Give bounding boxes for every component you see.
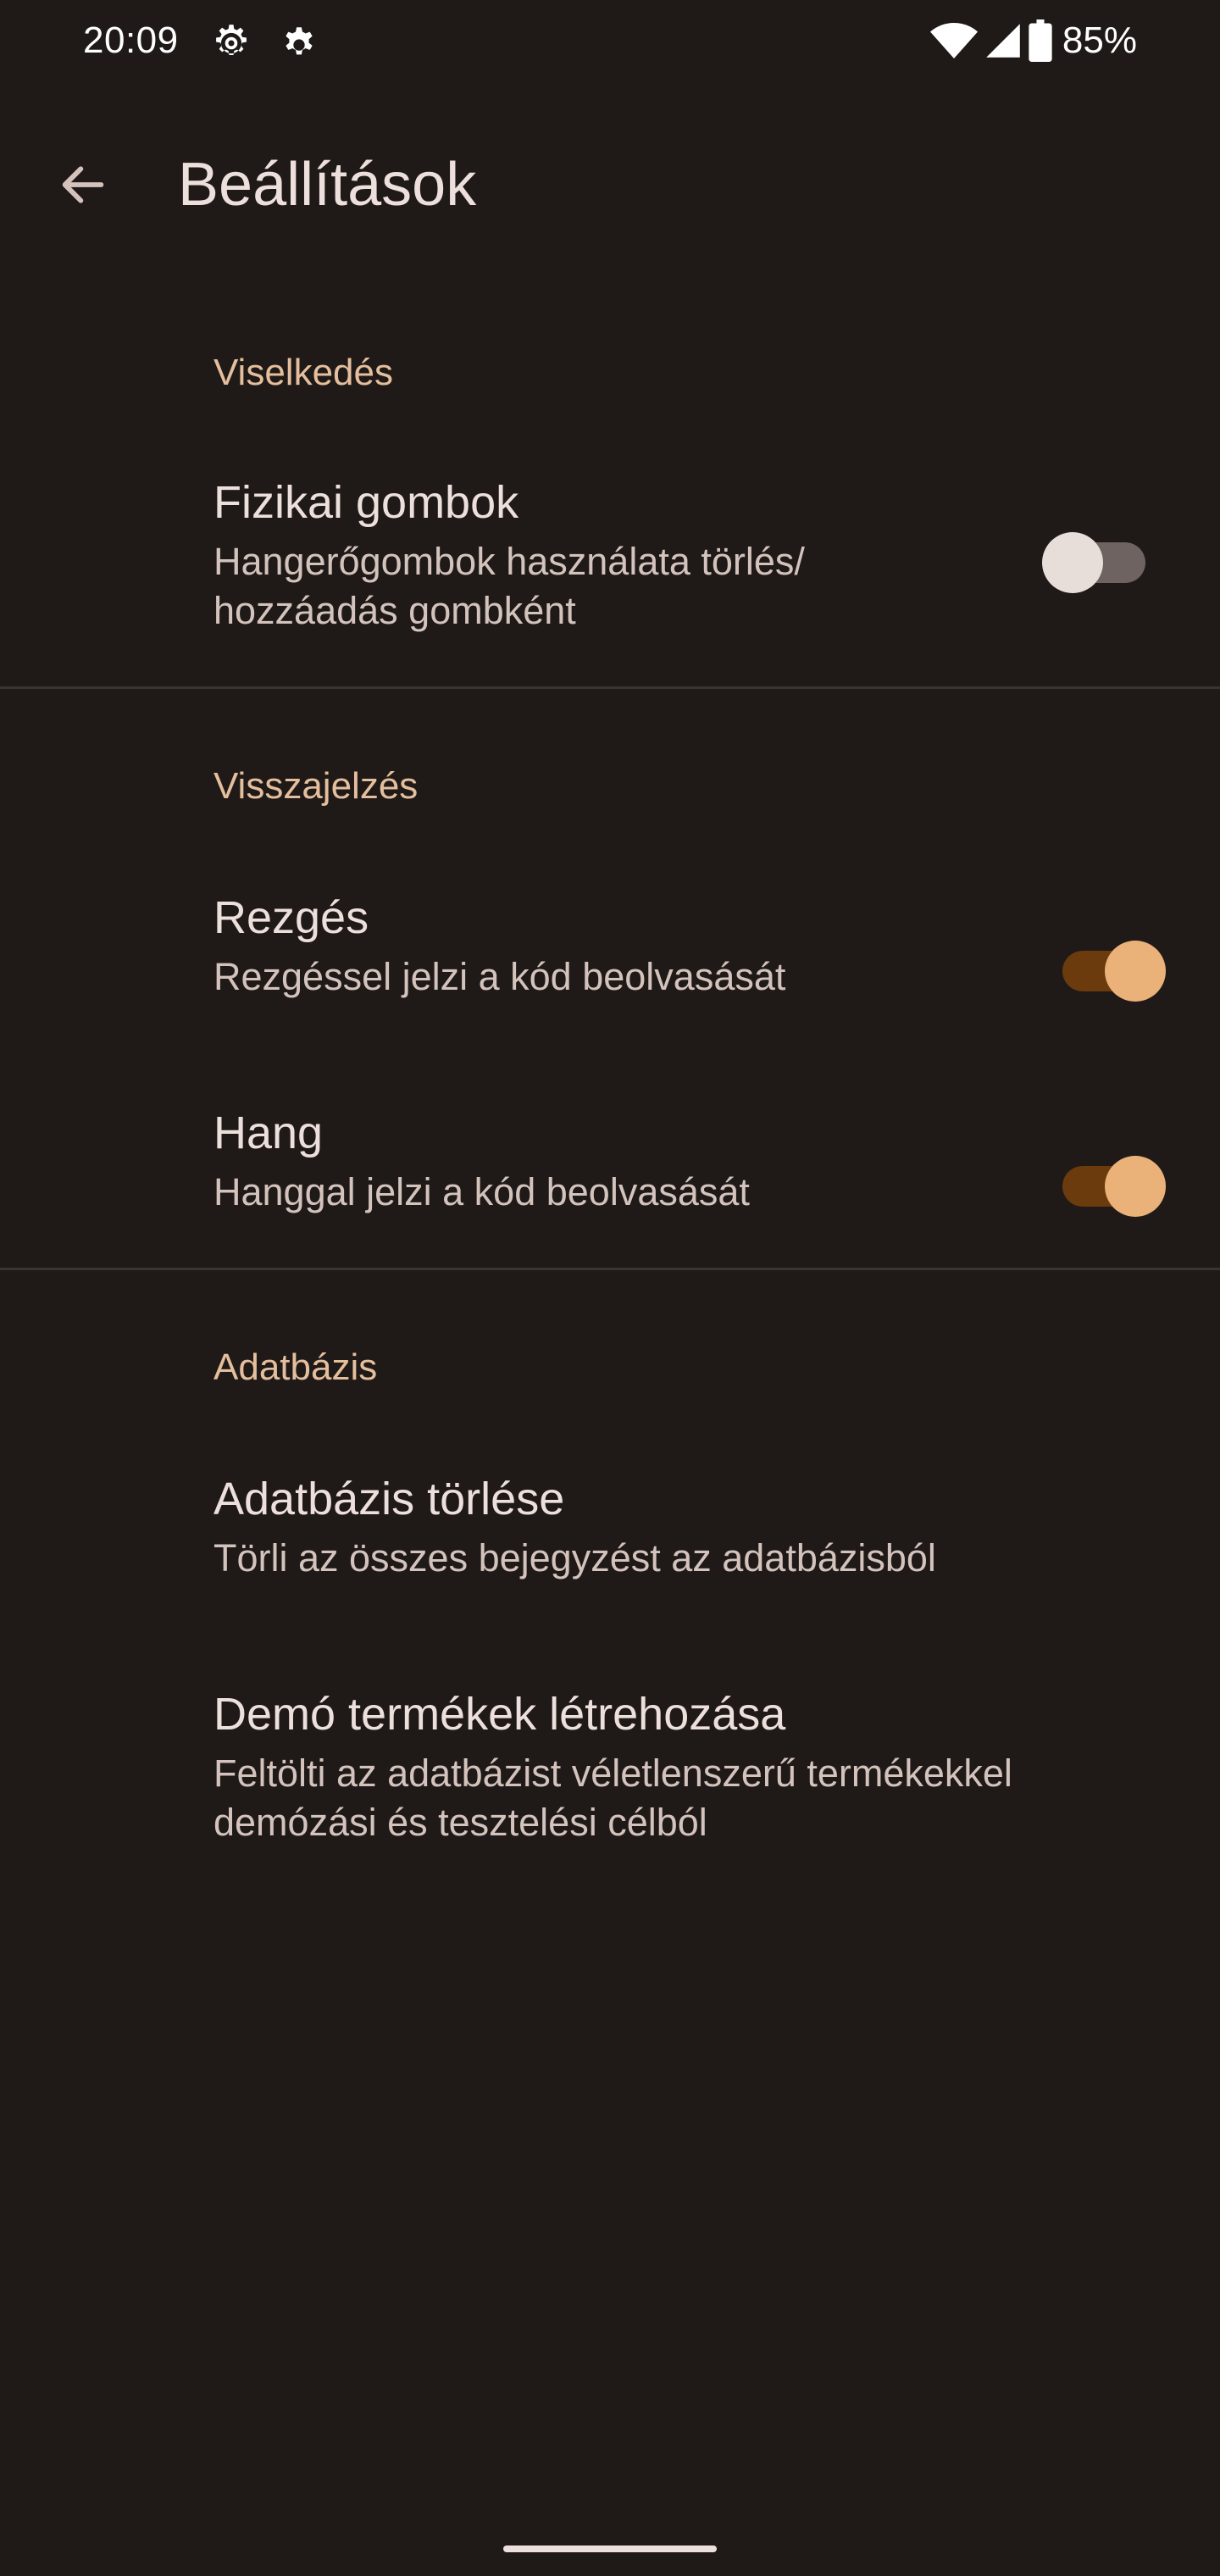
pref-title: Demó termékek létrehozása bbox=[214, 1689, 786, 1740]
pref-summary-line1: Hangerőgombok használata törlés/ bbox=[214, 540, 805, 583]
pref-summary-line2: demózási és tesztelési célból bbox=[214, 1801, 707, 1844]
divider bbox=[0, 1268, 1220, 1270]
status-time: 20:09 bbox=[83, 19, 179, 61]
back-button[interactable] bbox=[42, 144, 124, 225]
pref-sound[interactable]: Hang Hanggal jelzi a kód beolvasását bbox=[0, 1088, 1220, 1257]
pref-physical-buttons[interactable]: Fizikai gombok Hangerőgombok használata … bbox=[0, 458, 1220, 669]
home-indicator[interactable] bbox=[503, 2545, 717, 2552]
cell-signal-icon bbox=[986, 24, 1020, 58]
battery-percent: 85% bbox=[1062, 19, 1137, 61]
switch-thumb bbox=[1105, 941, 1166, 1002]
pref-title: Rezgés bbox=[214, 892, 369, 943]
wifi-icon bbox=[929, 23, 978, 58]
category-header-feedback: Visszajelzés bbox=[214, 765, 419, 807]
app-bar: Beállítások bbox=[0, 110, 1220, 246]
battery-icon bbox=[1029, 19, 1052, 62]
vibration-switch[interactable] bbox=[1062, 932, 1173, 1010]
gear-icon bbox=[216, 25, 247, 55]
category-header-database: Adatbázis bbox=[214, 1346, 378, 1388]
pref-title: Fizikai gombok bbox=[214, 477, 519, 528]
page-title: Beállítások bbox=[178, 151, 477, 219]
pref-summary: Rezgéssel jelzi a kód beolvasását bbox=[214, 955, 786, 998]
pref-summary-line1: Feltölti az adatbázist véletlenszerű ter… bbox=[214, 1752, 1012, 1795]
pref-summary: Hanggal jelzi a kód beolvasását bbox=[214, 1170, 750, 1213]
pref-clear-database[interactable]: Adatbázis törlése Törli az összes bejegy… bbox=[0, 1454, 1220, 1624]
switch-thumb bbox=[1105, 1156, 1166, 1217]
pref-title: Hang bbox=[214, 1108, 324, 1158]
divider bbox=[0, 686, 1220, 689]
pref-summary-line2: hozzáadás gombként bbox=[214, 589, 576, 632]
pref-demo-products[interactable]: Demó termékek létrehozása Feltölti az ad… bbox=[0, 1669, 1220, 1881]
sound-switch[interactable] bbox=[1062, 1147, 1173, 1225]
settings-icon bbox=[286, 27, 313, 55]
pref-vibration[interactable]: Rezgés Rezgéssel jelzi a kód beolvasását bbox=[0, 873, 1220, 1042]
status-right-group: 85% bbox=[929, 15, 1137, 66]
physical-buttons-switch[interactable] bbox=[1042, 524, 1152, 602]
pref-title: Adatbázis törlése bbox=[214, 1474, 565, 1524]
switch-thumb bbox=[1042, 532, 1103, 593]
arrow-back-icon bbox=[62, 166, 104, 203]
category-header-behavior: Viselkedés bbox=[214, 352, 393, 393]
status-bar: 20:09 85% bbox=[0, 0, 1220, 85]
pref-summary: Törli az összes bejegyzést az adatbázisb… bbox=[214, 1536, 936, 1579]
